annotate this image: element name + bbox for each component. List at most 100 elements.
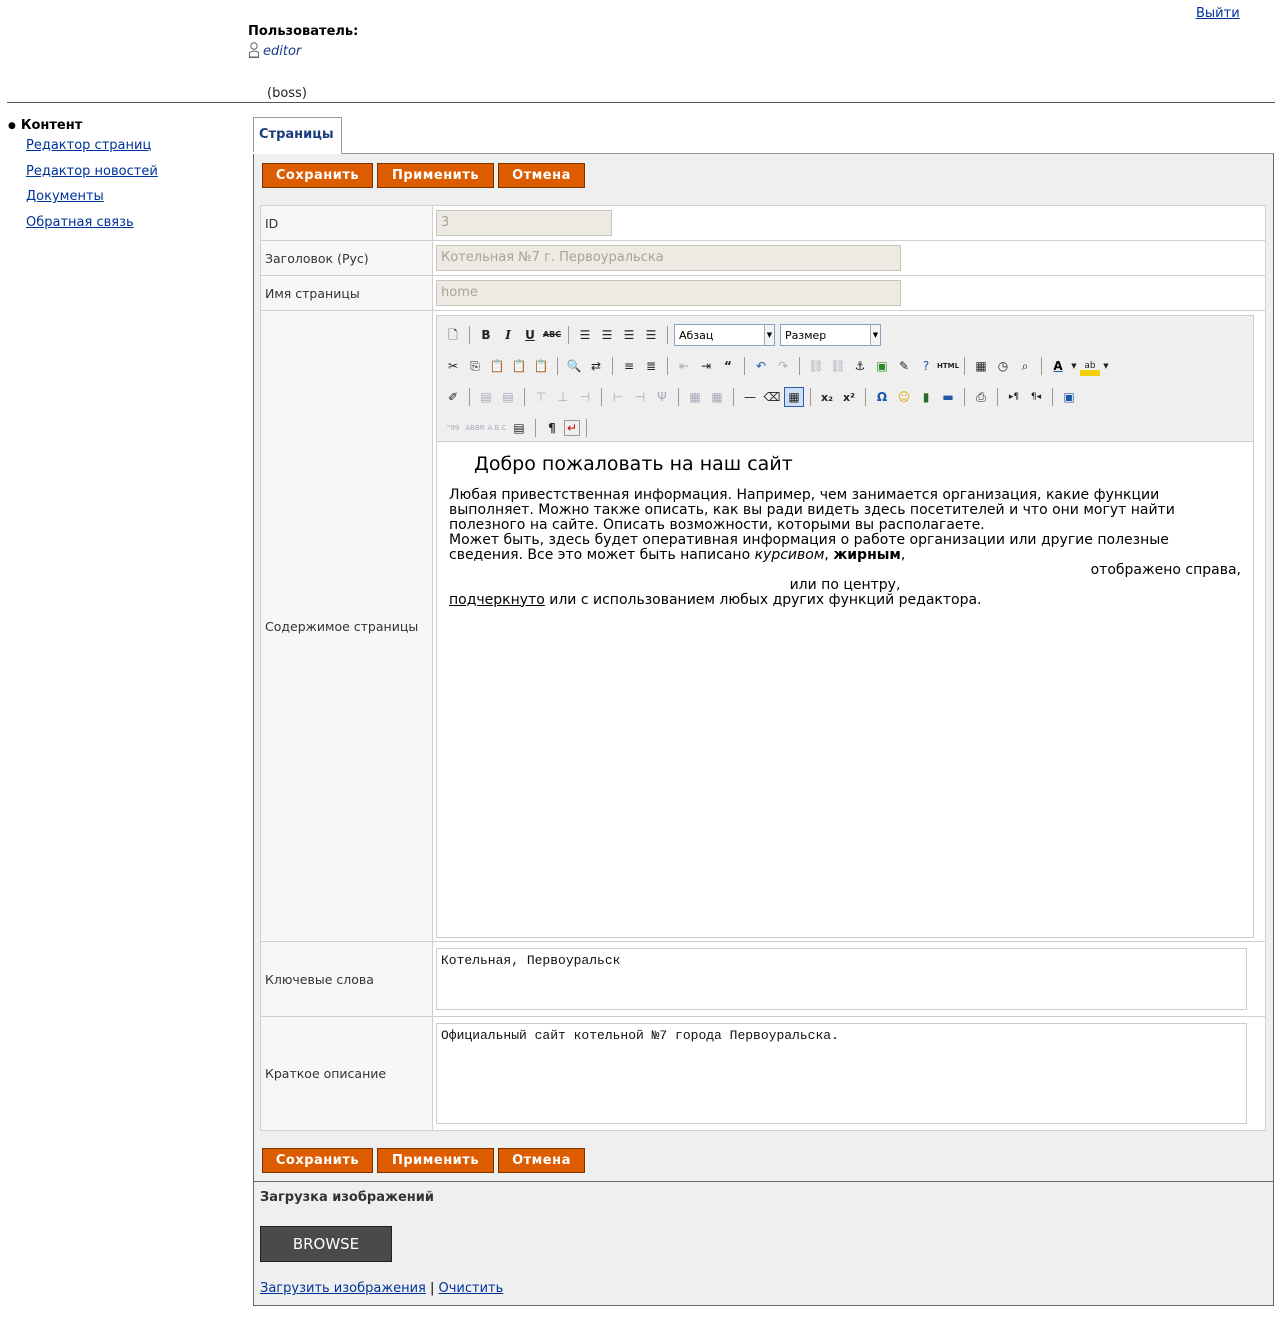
subscript-icon[interactable]: x₂ bbox=[817, 387, 837, 407]
strikethrough-icon[interactable]: ABC bbox=[542, 325, 562, 345]
bold-icon[interactable]: B bbox=[476, 325, 496, 345]
cancel-button-bottom[interactable]: Отмена bbox=[498, 1148, 585, 1173]
paste-icon[interactable]: 📋 bbox=[487, 356, 507, 376]
page-name-field[interactable]: home bbox=[436, 280, 901, 306]
id-field[interactable]: 3 bbox=[436, 210, 612, 236]
html-icon[interactable]: HTML bbox=[937, 356, 959, 376]
outdent-icon[interactable]: ⇤ bbox=[674, 356, 694, 376]
insert-col-after-icon[interactable]: ⊣ bbox=[630, 387, 650, 407]
delete-row-icon[interactable]: ⊣ bbox=[575, 387, 595, 407]
find-icon[interactable]: 🔍 bbox=[564, 356, 584, 376]
fullscreen-icon[interactable]: ▣ bbox=[1059, 387, 1079, 407]
unlink-icon[interactable]: ⛓ bbox=[828, 356, 848, 376]
table-icon[interactable]: ▦ bbox=[784, 387, 804, 407]
background-color-icon[interactable]: ab bbox=[1080, 356, 1100, 376]
acronym-icon[interactable]: A.B.C bbox=[487, 418, 507, 438]
image-icon[interactable]: ▣ bbox=[872, 356, 892, 376]
align-justify-icon[interactable]: ☰ bbox=[641, 325, 661, 345]
align-center-icon[interactable]: ☰ bbox=[597, 325, 617, 345]
attributes-icon[interactable]: ▤ bbox=[509, 418, 529, 438]
remove-format-icon[interactable]: ⌫ bbox=[762, 387, 782, 407]
row-props-icon[interactable]: ▤ bbox=[476, 387, 496, 407]
upload-links: Загрузить изображения | Очистить bbox=[260, 1281, 503, 1296]
new-document-icon[interactable]: 🗋 bbox=[443, 325, 463, 345]
indent-icon[interactable]: ⇥ bbox=[696, 356, 716, 376]
italic-text: курсивом bbox=[754, 546, 825, 563]
keywords-textarea[interactable]: Котельная, Первоуральск bbox=[436, 948, 1247, 1010]
help-icon[interactable]: ? bbox=[916, 356, 936, 376]
form-row-description: Краткое описание Официальный сайт котель… bbox=[260, 1016, 1266, 1131]
chevron-down-icon[interactable]: ▼ bbox=[1070, 356, 1078, 376]
bullet-list-icon[interactable]: ≡ bbox=[619, 356, 639, 376]
copy-icon[interactable]: ⎘ bbox=[465, 356, 485, 376]
split-cells-icon[interactable]: ▦ bbox=[685, 387, 705, 407]
replace-icon[interactable]: ⇄ bbox=[586, 356, 606, 376]
insert-time-icon[interactable]: ◷ bbox=[993, 356, 1013, 376]
sidebar-item-page-editor[interactable]: Редактор страниц bbox=[26, 138, 151, 153]
underline-icon[interactable]: U bbox=[520, 325, 540, 345]
insert-row-before-icon[interactable]: ⊤ bbox=[531, 387, 551, 407]
merge-cells-icon[interactable]: ▦ bbox=[707, 387, 727, 407]
insert-row-after-icon[interactable]: ⊥ bbox=[553, 387, 573, 407]
editor-content-area[interactable]: Добро пожаловать на наш сайт Любая приве… bbox=[437, 441, 1253, 937]
italic-icon[interactable]: I bbox=[498, 325, 518, 345]
media-icon[interactable]: ▮ bbox=[916, 387, 936, 407]
ltr-icon[interactable]: ▸¶ bbox=[1004, 387, 1024, 407]
text-color-icon[interactable]: A bbox=[1048, 356, 1068, 376]
apply-button-bottom[interactable]: Применить bbox=[377, 1148, 494, 1173]
browse-button[interactable]: BROWSE bbox=[260, 1226, 392, 1262]
abbr-icon[interactable]: ABBR bbox=[465, 418, 485, 438]
anchor-icon[interactable]: ⚓ bbox=[850, 356, 870, 376]
edit-table-icon[interactable]: ✐ bbox=[443, 387, 463, 407]
paste-text-icon[interactable]: 📋 bbox=[509, 356, 529, 376]
align-left-icon[interactable]: ☰ bbox=[575, 325, 595, 345]
bullet-icon: ● bbox=[8, 120, 16, 131]
cancel-button[interactable]: Отмена bbox=[498, 163, 585, 188]
save-button[interactable]: Сохранить bbox=[262, 163, 373, 188]
insert-col-before-icon[interactable]: ⊢ bbox=[608, 387, 628, 407]
logout-link[interactable]: Выйти bbox=[1196, 6, 1240, 21]
cite-icon[interactable]: “99 bbox=[443, 418, 463, 438]
tab-pages[interactable]: Страницы bbox=[253, 117, 342, 154]
special-char-icon[interactable]: Ω bbox=[872, 387, 892, 407]
blockquote-icon[interactable]: “ bbox=[718, 356, 738, 376]
numbered-list-icon[interactable]: ≣ bbox=[641, 356, 661, 376]
advanced-hr-icon[interactable]: ▬ bbox=[938, 387, 958, 407]
user-icon bbox=[248, 41, 260, 59]
chevron-down-icon[interactable]: ▼ bbox=[1102, 356, 1110, 376]
preview-icon[interactable]: ⌕ bbox=[1015, 356, 1035, 376]
superscript-icon[interactable]: x² bbox=[839, 387, 859, 407]
sidebar-menu: Редактор страниц Редактор новостей Докум… bbox=[26, 138, 238, 240]
emoticon-icon[interactable]: ☺ bbox=[894, 387, 914, 407]
user-name-link[interactable]: editor bbox=[263, 44, 301, 59]
cut-icon[interactable]: ✂ bbox=[443, 356, 463, 376]
undo-icon[interactable]: ↶ bbox=[751, 356, 771, 376]
upload-images-link[interactable]: Загрузить изображения bbox=[260, 1281, 426, 1296]
sidebar-item-documents[interactable]: Документы bbox=[26, 189, 104, 204]
redo-icon[interactable]: ↷ bbox=[773, 356, 793, 376]
cleanup-icon[interactable]: ✎ bbox=[894, 356, 914, 376]
description-textarea[interactable]: Официальный сайт котельной №7 города Пер… bbox=[436, 1023, 1247, 1124]
format-select[interactable]: Абзац ▼ bbox=[674, 324, 775, 346]
toolbar-separator bbox=[1041, 357, 1042, 375]
insert-date-icon[interactable]: ▦ bbox=[971, 356, 991, 376]
align-right-icon[interactable]: ☰ bbox=[619, 325, 639, 345]
print-icon[interactable]: ⎙ bbox=[971, 387, 991, 407]
apply-button[interactable]: Применить bbox=[377, 163, 494, 188]
cell-props-icon[interactable]: ▤ bbox=[498, 387, 518, 407]
save-button-bottom[interactable]: Сохранить bbox=[262, 1148, 373, 1173]
title-field[interactable]: Котельная №7 г. Первоуральска bbox=[436, 245, 901, 271]
show-blocks-icon[interactable]: ¶ bbox=[542, 418, 562, 438]
toolbar-separator bbox=[601, 388, 602, 406]
sidebar-item-news-editor[interactable]: Редактор новостей bbox=[26, 164, 158, 179]
tab-active-marker bbox=[253, 152, 339, 154]
sidebar-item-feedback[interactable]: Обратная связь bbox=[26, 215, 134, 230]
clear-link[interactable]: Очистить bbox=[439, 1281, 504, 1296]
visual-chars-icon[interactable]: ↵ bbox=[564, 420, 580, 436]
rtl-icon[interactable]: ¶◂ bbox=[1026, 387, 1046, 407]
size-select[interactable]: Размер ▼ bbox=[780, 324, 881, 346]
delete-col-icon[interactable]: Ψ bbox=[652, 387, 672, 407]
paste-word-icon[interactable]: 📋 bbox=[531, 356, 551, 376]
horizontal-rule-icon[interactable]: — bbox=[740, 387, 760, 407]
link-icon[interactable]: ⛓ bbox=[806, 356, 826, 376]
